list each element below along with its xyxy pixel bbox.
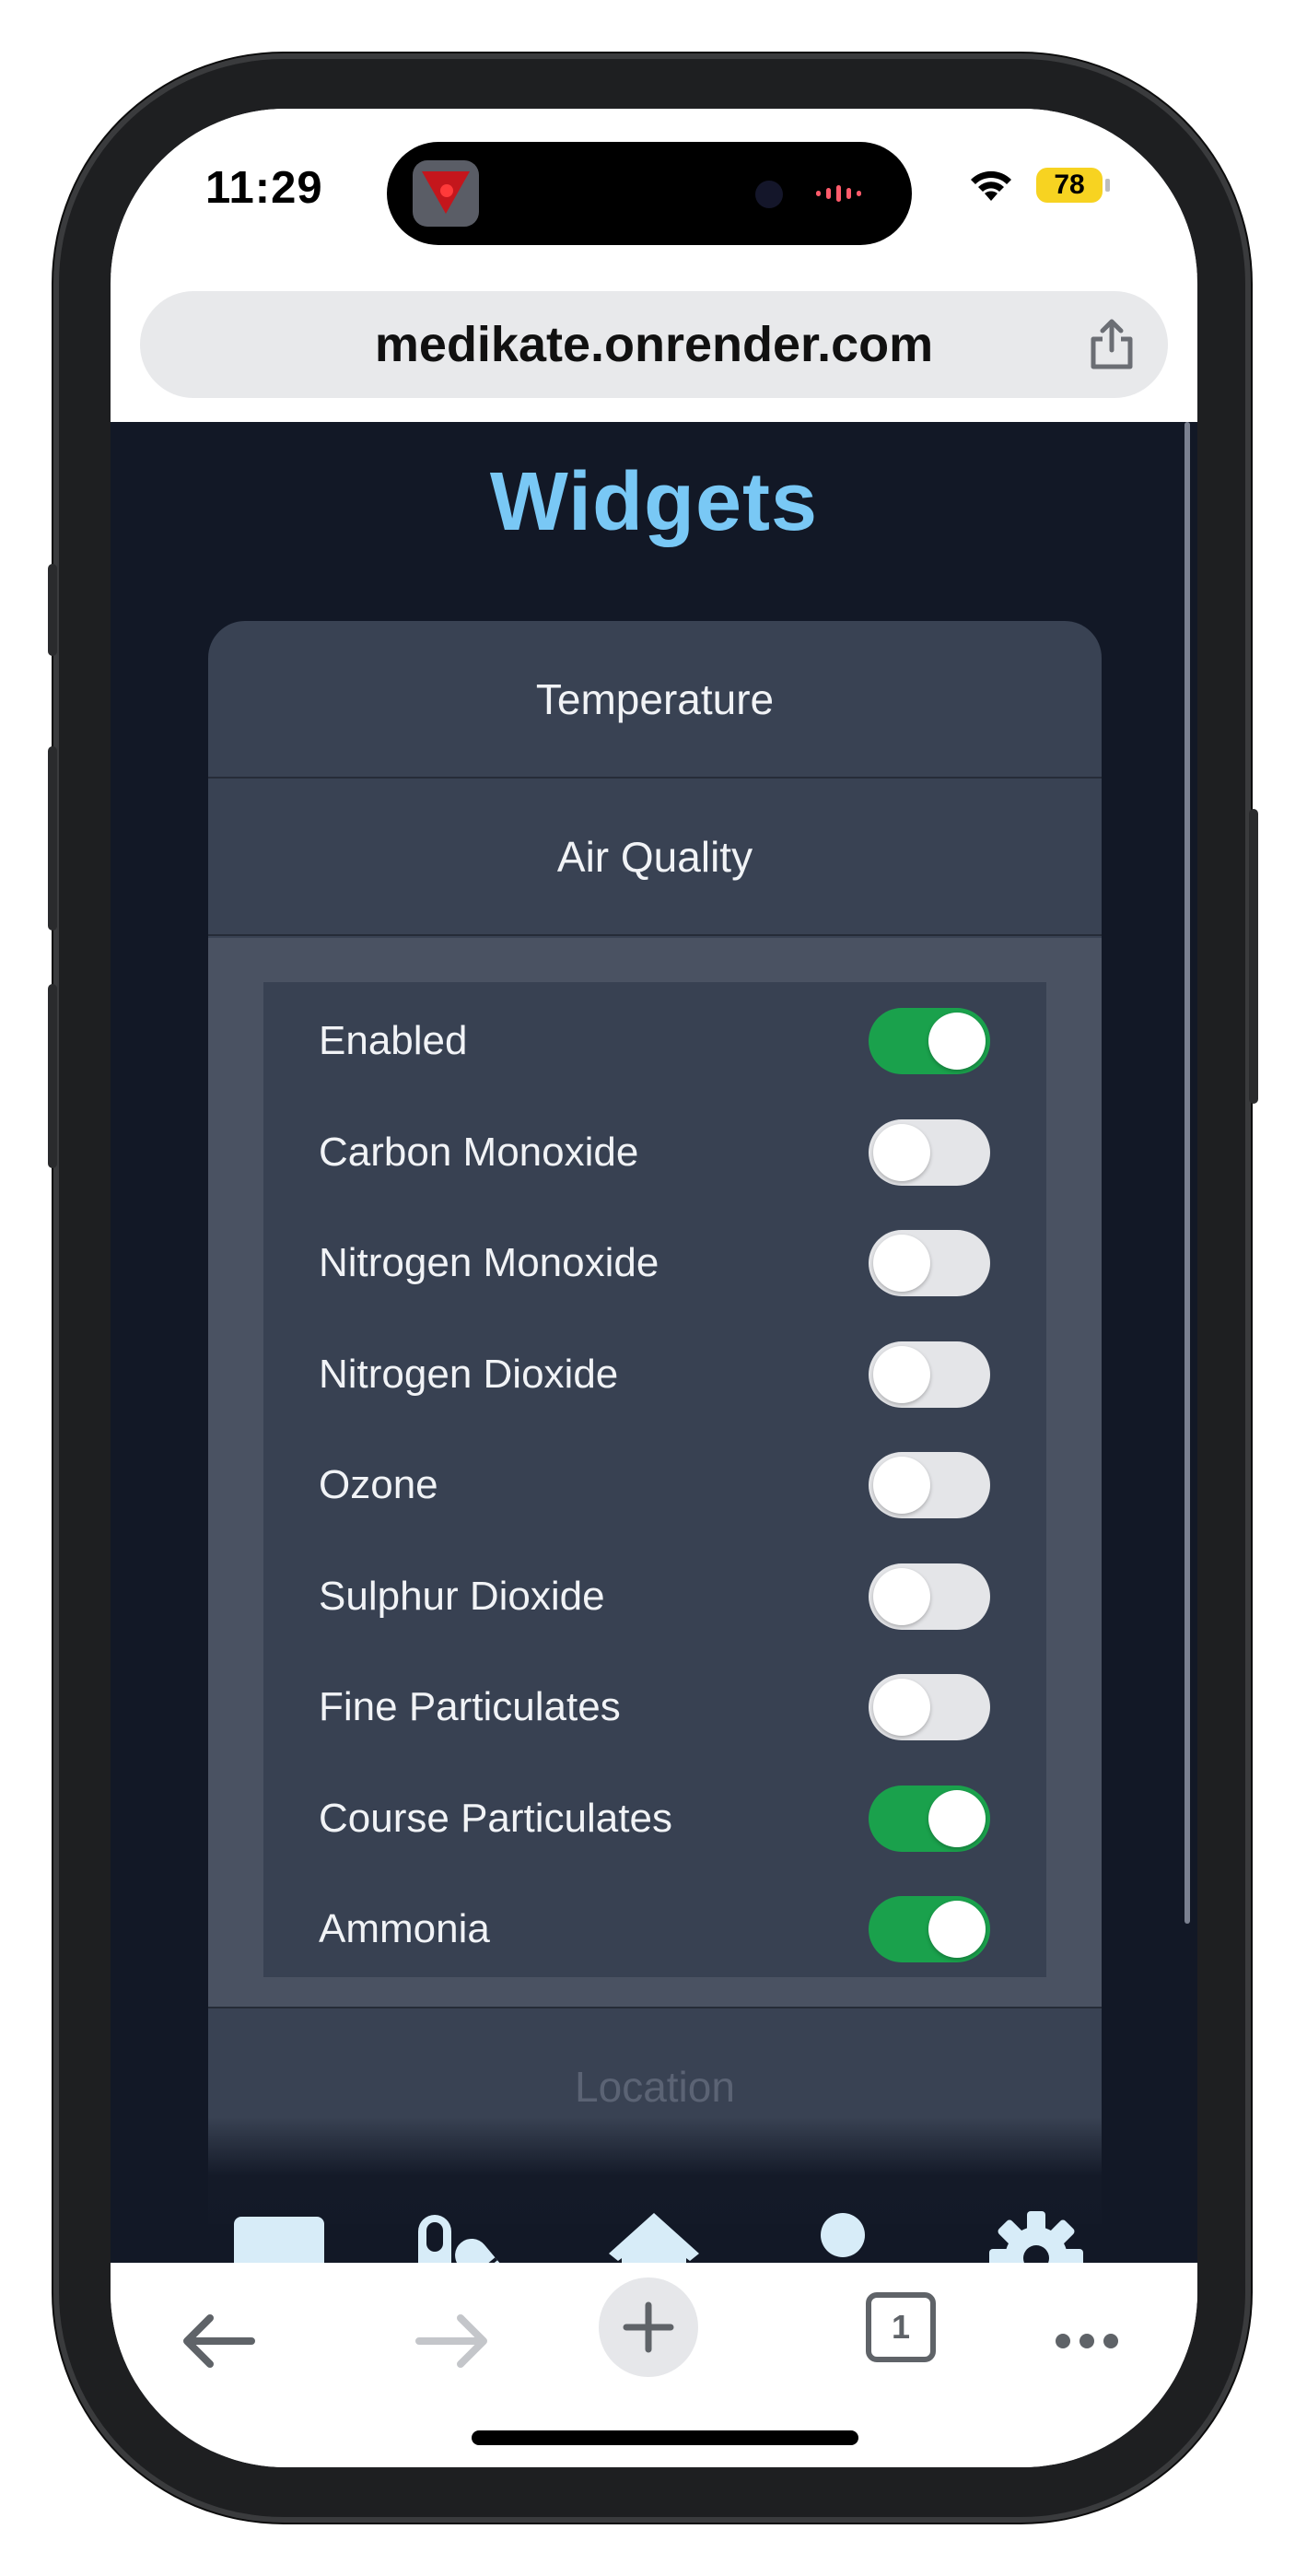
toggle-knob bbox=[928, 1013, 986, 1070]
section-air-quality[interactable]: Air Quality bbox=[208, 779, 1102, 936]
toggle-row: Ozone bbox=[263, 1430, 1046, 1540]
battery-icon: 78 bbox=[1036, 168, 1103, 203]
toggle-switch[interactable] bbox=[869, 1674, 990, 1740]
toggle-list: Enabled Carbon Monoxide Nitrogen Monoxide N… bbox=[263, 982, 1046, 1977]
user-icon[interactable] bbox=[792, 2207, 893, 2263]
action-button bbox=[48, 564, 57, 656]
forward-arrow-icon[interactable] bbox=[396, 2290, 507, 2392]
toggle-row: Ammonia bbox=[263, 1874, 1046, 1985]
tabs-button[interactable]: 1 bbox=[866, 2292, 936, 2362]
toggle-knob bbox=[928, 1789, 986, 1847]
status-bar: 11:29 78 bbox=[111, 109, 1197, 275]
status-time: 11:29 bbox=[205, 163, 323, 213]
dynamic-island[interactable] bbox=[387, 142, 912, 245]
toggle-label: Carbon Monoxide bbox=[319, 1129, 639, 1175]
home-indicator bbox=[472, 2430, 858, 2445]
toggle-switch[interactable] bbox=[869, 1118, 990, 1186]
toggle-knob bbox=[873, 1567, 930, 1625]
app-activity-icon bbox=[413, 160, 479, 227]
screen: 11:29 78 medikate.onrender.com Widgets T… bbox=[111, 109, 1197, 2467]
bottom-nav bbox=[111, 2207, 1197, 2263]
widgets-accordion: Temperature Air Quality Enabled Carbon Mo… bbox=[208, 621, 1102, 2224]
toggle-switch[interactable] bbox=[869, 1341, 990, 1408]
toggle-knob bbox=[873, 1123, 930, 1181]
toggle-knob bbox=[873, 1679, 930, 1736]
toggle-row: Course Particulates bbox=[263, 1763, 1046, 1874]
toggle-label: Ozone bbox=[319, 1462, 438, 1507]
toggle-switch[interactable] bbox=[869, 1230, 990, 1296]
toggle-knob bbox=[873, 1457, 930, 1514]
toggle-label: Nitrogen Monoxide bbox=[319, 1240, 659, 1285]
toggle-row: Nitrogen Monoxide bbox=[263, 1208, 1046, 1318]
back-arrow-icon[interactable] bbox=[164, 2290, 274, 2392]
chat-icon[interactable] bbox=[228, 2207, 330, 2263]
toggle-label: Course Particulates bbox=[319, 1795, 672, 1841]
plus-icon bbox=[623, 2301, 674, 2353]
power-button bbox=[1249, 809, 1258, 1104]
toggle-knob bbox=[928, 1901, 986, 1958]
air-quality-panel: Enabled Carbon Monoxide Nitrogen Monoxide N… bbox=[208, 938, 1102, 2007]
home-icon[interactable] bbox=[603, 2207, 705, 2263]
toggle-switch[interactable] bbox=[869, 1785, 990, 1852]
toggle-switch[interactable] bbox=[869, 1008, 990, 1074]
toggle-knob bbox=[873, 1345, 930, 1403]
toggle-row: Carbon Monoxide bbox=[263, 1097, 1046, 1208]
gear-icon[interactable] bbox=[986, 2207, 1087, 2263]
toggle-row: Enabled bbox=[263, 986, 1046, 1096]
toggle-label: Ammonia bbox=[319, 1906, 490, 1951]
share-icon[interactable] bbox=[1084, 317, 1139, 372]
toggle-switch[interactable] bbox=[869, 1896, 990, 1962]
url-text: medikate.onrender.com bbox=[374, 317, 934, 372]
toggle-label: Fine Particulates bbox=[319, 1684, 621, 1729]
camera-icon bbox=[755, 181, 783, 208]
toggle-row: Fine Particulates bbox=[263, 1652, 1046, 1762]
wifi-icon bbox=[971, 170, 1011, 201]
toggle-label: Nitrogen Dioxide bbox=[319, 1351, 619, 1397]
pills-icon[interactable] bbox=[413, 2207, 514, 2263]
toggle-switch[interactable] bbox=[869, 1452, 990, 1518]
toggle-label: Sulphur Dioxide bbox=[319, 1573, 605, 1619]
new-tab-button[interactable] bbox=[599, 2277, 698, 2377]
page-title: Widgets bbox=[489, 456, 819, 548]
audio-wave-icon bbox=[816, 184, 881, 203]
volume-down-button bbox=[48, 984, 57, 1168]
scrollbar[interactable] bbox=[1184, 422, 1190, 1924]
web-content[interactable]: Widgets Temperature Air Quality Enabled C… bbox=[111, 422, 1197, 2263]
battery-tip bbox=[1105, 179, 1110, 192]
section-temperature[interactable]: Temperature bbox=[208, 621, 1102, 779]
address-bar[interactable]: medikate.onrender.com bbox=[140, 291, 1168, 398]
toggle-row: Sulphur Dioxide bbox=[263, 1541, 1046, 1652]
more-dots-icon[interactable] bbox=[1032, 2290, 1142, 2392]
toggle-label: Enabled bbox=[319, 1018, 468, 1063]
toggle-knob bbox=[873, 1235, 930, 1292]
volume-up-button bbox=[48, 746, 57, 931]
toggle-switch[interactable] bbox=[869, 1563, 990, 1630]
toggle-row: Nitrogen Dioxide bbox=[263, 1319, 1046, 1430]
